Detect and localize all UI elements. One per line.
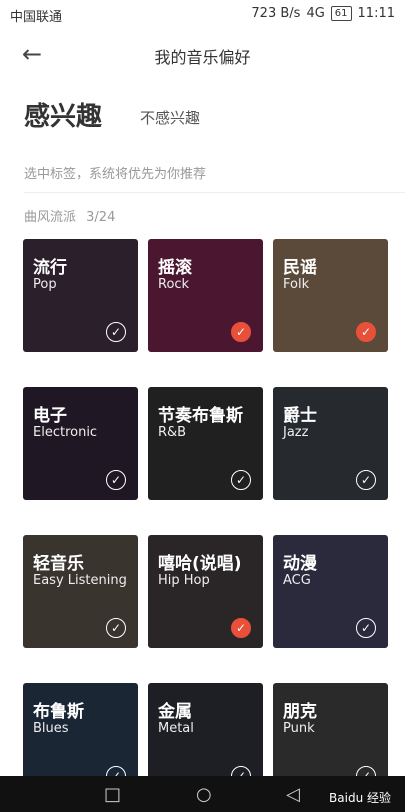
genre-name-zh: 轻音乐 <box>33 554 84 574</box>
check-icon: ✓ <box>231 618 251 638</box>
genre-card[interactable]: 民谣 Folk ✓ <box>273 239 388 352</box>
genre-name-en: Jazz <box>283 425 309 440</box>
genre-name-zh: 民谣 <box>283 258 317 278</box>
tab-not-interested[interactable]: 不感兴趣 <box>140 107 200 128</box>
recent-apps-button[interactable]: □ <box>104 784 121 805</box>
tab-interested[interactable]: 感兴趣 <box>24 96 102 133</box>
genre-name-en: Punk <box>283 721 315 736</box>
check-icon: ✓ <box>356 322 376 342</box>
genre-name-zh: 节奏布鲁斯 <box>158 406 243 426</box>
clock: 11:11 <box>357 6 395 21</box>
section-count: 3/24 <box>86 210 116 225</box>
genre-name-zh: 朋克 <box>283 702 317 722</box>
section-label: 曲风流派 <box>24 210 77 225</box>
back-button[interactable]: ◁ <box>286 784 300 805</box>
genre-card[interactable]: 嘻哈(说唱) Hip Hop ✓ <box>148 535 263 648</box>
status-bar: 中国联通 723 B/s 4G 61 11:11 <box>0 0 405 28</box>
carrier-label: 中国联通 <box>10 10 63 25</box>
check-icon: ✓ <box>106 618 126 638</box>
status-right: 723 B/s 4G 61 11:11 <box>251 6 395 21</box>
battery-icon: 61 <box>330 6 352 21</box>
genre-name-en: Rock <box>158 277 190 292</box>
check-icon: ✓ <box>106 322 126 342</box>
check-icon: ✓ <box>356 618 376 638</box>
system-nav-bar: □ ○ ◁ Baidu 经验 <box>0 776 405 812</box>
genre-card[interactable]: 爵士 Jazz ✓ <box>273 387 388 500</box>
genre-card[interactable]: 动漫 ACG ✓ <box>273 535 388 648</box>
genre-name-zh: 爵士 <box>283 406 317 426</box>
page-title: 我的音乐偏好 <box>154 48 251 67</box>
header: ← 我的音乐偏好 <box>0 28 405 78</box>
network-speed: 723 B/s <box>251 6 301 21</box>
genre-name-en: R&B <box>158 425 187 440</box>
genre-card[interactable]: 摇滚 Rock ✓ <box>148 239 263 352</box>
genre-name-zh: 摇滚 <box>158 258 192 278</box>
watermark: Baidu 经验 <box>329 791 391 805</box>
genre-name-zh: 金属 <box>158 702 192 722</box>
genre-card[interactable]: 节奏布鲁斯 R&B ✓ <box>148 387 263 500</box>
genre-name-zh: 流行 <box>33 258 67 278</box>
genre-card[interactable]: 轻音乐 Easy Listening ✓ <box>23 535 138 648</box>
genre-name-en: Hip Hop <box>158 573 210 588</box>
genre-name-zh: 动漫 <box>283 554 317 574</box>
genre-card[interactable]: 电子 Electronic ✓ <box>23 387 138 500</box>
divider <box>24 192 405 193</box>
genre-name-en: Folk <box>283 277 310 292</box>
genre-name-zh: 电子 <box>33 406 67 426</box>
genre-name-en: Electronic <box>33 425 98 440</box>
genre-name-en: Easy Listening <box>33 573 127 588</box>
genre-name-en: Pop <box>33 277 57 292</box>
check-icon: ✓ <box>231 322 251 342</box>
interest-tabs: 感兴趣 不感兴趣 <box>24 96 384 136</box>
signal-icon: 4G <box>306 6 325 21</box>
check-icon: ✓ <box>356 470 376 490</box>
genre-name-en: ACG <box>283 573 311 588</box>
check-icon: ✓ <box>106 470 126 490</box>
genre-card[interactable]: 流行 Pop ✓ <box>23 239 138 352</box>
section-header: 曲风流派 3/24 <box>24 206 115 225</box>
genre-name-zh: 嘻哈(说唱) <box>158 554 242 574</box>
genre-name-en: Blues <box>33 721 69 736</box>
check-icon: ✓ <box>231 470 251 490</box>
home-button[interactable]: ○ <box>196 784 212 805</box>
genre-name-en: Metal <box>158 721 194 736</box>
genre-name-zh: 布鲁斯 <box>33 702 84 722</box>
hint-text: 选中标签，系统将优先为你推荐 <box>24 167 207 182</box>
